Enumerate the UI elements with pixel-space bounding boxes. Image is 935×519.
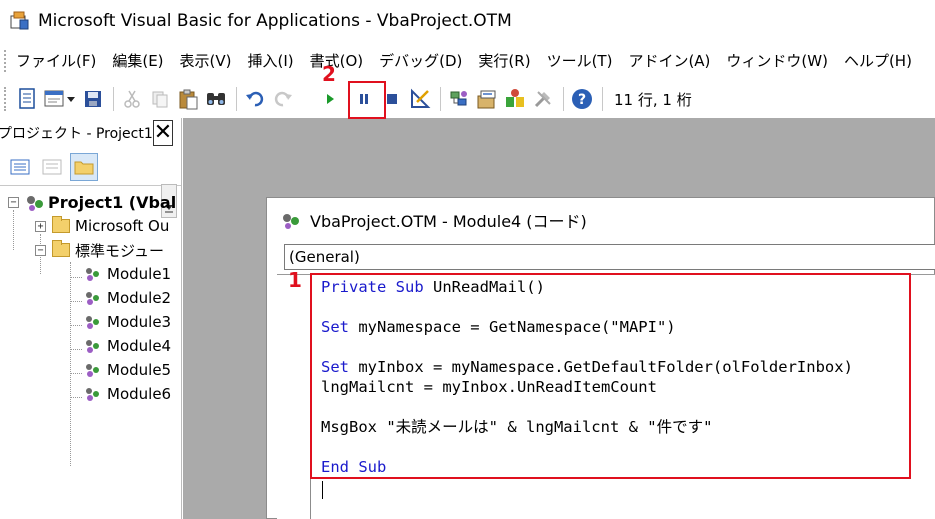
tree-item-module3[interactable]: Module3 xyxy=(84,310,171,334)
module-icon xyxy=(84,314,102,330)
menu-format[interactable]: 書式(O) xyxy=(302,45,372,77)
tree-item-module1[interactable]: Module1 xyxy=(84,262,171,286)
find-icon[interactable] xyxy=(203,86,229,112)
menu-debug[interactable]: デバッグ(D) xyxy=(371,45,470,77)
tree-item-module5[interactable]: Module5 xyxy=(84,358,171,382)
menu-help[interactable]: ヘルプ(H) xyxy=(836,45,920,77)
module-icon xyxy=(84,290,102,306)
vba-app-icon xyxy=(8,10,30,32)
module-label: Module1 xyxy=(107,265,172,283)
tree-item-standard-modules[interactable]: − 標準モジュー xyxy=(35,238,164,262)
view-object-icon[interactable] xyxy=(38,153,66,181)
module-label: Module2 xyxy=(107,289,172,307)
run-button-highlight xyxy=(348,81,386,119)
design-mode-icon[interactable] xyxy=(407,86,433,112)
tree-item-module4[interactable]: Module4 xyxy=(84,334,171,358)
tree-item-label: 標準モジュー xyxy=(75,241,164,260)
annotation-step-2: 2 xyxy=(322,62,336,86)
menu-run[interactable]: 実行(R) xyxy=(470,45,538,77)
tree-item-module2[interactable]: Module2 xyxy=(84,286,171,310)
code-margin[interactable] xyxy=(277,275,311,519)
toolbox-icon[interactable] xyxy=(530,86,556,112)
menu-tools[interactable]: ツール(T) xyxy=(539,45,621,77)
tree-item-label: Microsoft Ou xyxy=(75,217,170,235)
project-panel-title: プロジェクト - Project1 xyxy=(0,126,153,142)
toolbar-spacer xyxy=(303,87,304,111)
menu-view[interactable]: 表示(V) xyxy=(172,45,240,77)
code-window-title: VbaProject.OTM - Module4 (コード) xyxy=(310,212,587,231)
window-titlebar: Microsoft Visual Basic for Applications … xyxy=(0,0,935,42)
module-icon xyxy=(84,386,102,402)
annotation-step-1: 1 xyxy=(288,268,302,292)
module-label: Module3 xyxy=(107,313,172,331)
folder-icon xyxy=(52,216,70,233)
module-label: Module5 xyxy=(107,361,172,379)
view-excel-icon[interactable] xyxy=(14,86,40,112)
tree-root-label: Project1 (Vbal xyxy=(48,192,177,212)
standard-toolbar: ? 11 行, 1 桁 xyxy=(0,80,935,118)
project-panel-header: プロジェクト - Project1 ✕ xyxy=(0,118,181,148)
tree-item-outlook-objects[interactable]: + Microsoft Ou xyxy=(35,214,169,238)
open-folder-icon xyxy=(52,240,70,257)
project-tree: − Project1 (Vbal + Microsoft Ou − 標準モジュー… xyxy=(0,186,181,516)
object-browser-icon[interactable] xyxy=(502,86,528,112)
cut-icon[interactable] xyxy=(119,86,145,112)
object-dropdown[interactable]: (General) xyxy=(284,244,935,270)
module-icon xyxy=(281,212,299,229)
properties-window-icon[interactable] xyxy=(474,86,500,112)
toolbar-grip[interactable] xyxy=(4,87,8,111)
save-icon[interactable] xyxy=(80,86,106,112)
menu-bar: ファイル(F) 編集(E) 表示(V) 挿入(I) 書式(O) デバッグ(D) … xyxy=(0,45,935,77)
close-icon[interactable]: ✕ xyxy=(152,120,174,146)
project-explorer-icon[interactable] xyxy=(446,86,472,112)
toolbar-separator xyxy=(113,87,114,111)
menu-addins[interactable]: アドイン(A) xyxy=(620,45,718,77)
help-icon[interactable]: ? xyxy=(569,86,595,112)
menu-edit[interactable]: 編集(E) xyxy=(104,45,171,77)
project-explorer-panel: プロジェクト - Project1 ✕ − Project1 (Vbal + M… xyxy=(0,118,182,519)
menu-window[interactable]: ウィンドウ(W) xyxy=(718,45,836,77)
project-panel-toolbar xyxy=(0,148,181,218)
collapse-icon[interactable]: − xyxy=(35,244,46,256)
cursor-position-readout: 11 行, 1 桁 xyxy=(614,90,692,109)
project-icon xyxy=(25,194,43,211)
paste-icon[interactable] xyxy=(175,86,201,112)
toolbar-separator xyxy=(236,87,237,111)
code-highlight xyxy=(310,273,911,479)
module-icon xyxy=(84,266,102,282)
toolbar-separator xyxy=(440,87,441,111)
insert-userform-icon[interactable] xyxy=(42,86,78,112)
copy-icon[interactable] xyxy=(147,86,173,112)
module-icon xyxy=(84,338,102,354)
text-caret xyxy=(322,481,323,499)
toolbar-separator xyxy=(563,87,564,111)
module-label: Module4 xyxy=(107,337,172,355)
toolbar-separator xyxy=(602,87,603,111)
code-window-titlebar[interactable]: VbaProject.OTM - Module4 (コード) xyxy=(267,198,934,242)
view-code-icon[interactable] xyxy=(6,153,34,181)
collapse-icon[interactable]: − xyxy=(8,196,19,208)
menu-file[interactable]: ファイル(F) xyxy=(8,45,104,77)
run-icon[interactable] xyxy=(317,86,343,112)
redo-icon[interactable] xyxy=(270,86,296,112)
window-title: Microsoft Visual Basic for Applications … xyxy=(38,11,512,31)
tree-item-module6[interactable]: Module6 xyxy=(84,382,171,406)
menu-insert[interactable]: 挿入(I) xyxy=(240,45,302,77)
undo-icon[interactable] xyxy=(242,86,268,112)
toggle-folders-icon[interactable] xyxy=(70,152,98,181)
tree-item-project1[interactable]: − Project1 (Vbal xyxy=(8,190,176,214)
module-label: Module6 xyxy=(107,385,172,403)
expand-icon[interactable]: + xyxy=(35,220,46,232)
module-icon xyxy=(84,362,102,378)
svg-text:?: ? xyxy=(578,92,586,108)
